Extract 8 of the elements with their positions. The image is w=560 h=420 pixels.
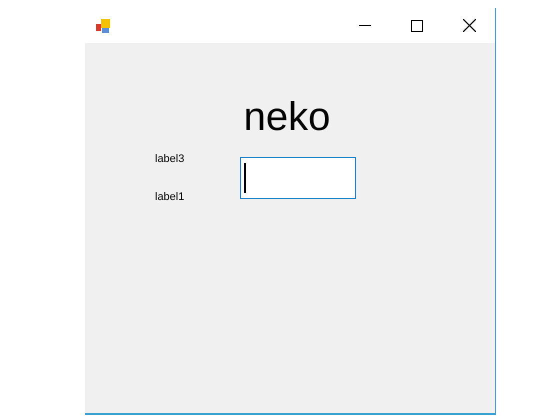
maximize-icon bbox=[411, 20, 423, 32]
minimize-icon bbox=[359, 24, 371, 26]
input-field[interactable] bbox=[240, 157, 356, 199]
app-icon bbox=[95, 18, 111, 34]
close-icon bbox=[462, 19, 476, 32]
heading: neko bbox=[242, 94, 332, 140]
label: label3 bbox=[155, 152, 184, 166]
label: label1 bbox=[155, 190, 184, 204]
